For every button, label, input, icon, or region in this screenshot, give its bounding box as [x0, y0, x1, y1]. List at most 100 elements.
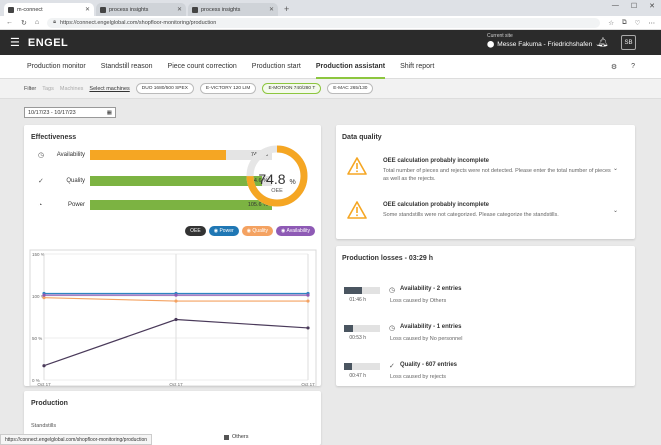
chart-legend: OEE ◉ Power ◉ Quality ◉ Availability — [185, 226, 315, 236]
loss-time: 01:46 h — [349, 297, 366, 303]
power-gauge-icon: ◔ — [38, 201, 43, 209]
data-quality-item-title: OEE calculation probably incomplete — [383, 158, 490, 164]
machine-chip[interactable]: E-MAC 265/130 — [327, 83, 374, 94]
avatar[interactable]: SB — [621, 35, 636, 50]
production-title: Production — [31, 400, 68, 407]
browser-tab[interactable]: m-connect ✕ — [4, 3, 94, 16]
favicon-icon — [8, 6, 14, 13]
warning-icon — [347, 157, 367, 175]
site-selector[interactable]: Current site ⬤ Messe Fakuma - Friedrichs… — [487, 33, 601, 48]
loss-bar — [344, 325, 380, 332]
more-icon[interactable]: ⋯ — [649, 19, 656, 27]
close-window-icon[interactable]: ✕ — [649, 2, 655, 10]
select-machines-link[interactable]: Select machines — [89, 86, 129, 92]
tab-production-start[interactable]: Production start — [252, 55, 301, 79]
main-nav-tabs: Production monitor Standstill reason Pie… — [0, 55, 661, 79]
loss-item[interactable]: 00:53 h ◷ Availability - 1 entries Loss … — [336, 322, 635, 348]
legend-availability[interactable]: ◉ Availability — [275, 226, 315, 236]
oee-value: 74.8 % — [258, 171, 296, 187]
favorites-icon[interactable]: ♡ — [635, 19, 641, 27]
tab-production-assistant[interactable]: Production assistant — [315, 55, 386, 79]
status-bar-url: https://connect.engelglobal.com/shopfloo… — [0, 434, 153, 445]
address-input[interactable]: 🔒︎ https://connect.engelglobal.com/shopf… — [47, 17, 601, 28]
data-quality-item-message: Some standstills were not categorized. P… — [383, 212, 559, 218]
browser-tab[interactable]: process insights ✕ — [188, 3, 278, 16]
maximize-icon[interactable]: ☐ — [631, 2, 637, 10]
standstills-label: Standstills — [31, 423, 57, 429]
url-text: https://connect.engelglobal.com/shopfloo… — [60, 19, 217, 26]
kpi-name: Availability — [56, 152, 85, 158]
point-availability[interactable] — [306, 293, 310, 297]
loss-subtitle: Loss caused by No personnel — [390, 336, 463, 342]
hamburger-menu-icon[interactable]: ☰ — [10, 36, 20, 49]
legend-quality[interactable]: ◉ Quality — [241, 226, 273, 236]
lock-icon: 🔒︎ — [53, 19, 57, 25]
tab-shift-report[interactable]: Shift report — [400, 55, 434, 79]
logo: ENGEL — [27, 36, 69, 49]
reload-icon[interactable]: ↻ — [21, 19, 27, 27]
home-icon[interactable]: ⌂ — [35, 19, 39, 26]
minimize-icon[interactable]: — — [612, 2, 619, 10]
filter-machines[interactable]: Machines — [60, 86, 84, 92]
tab-label: m-connect — [17, 6, 43, 13]
filter-tags[interactable]: Tags — [42, 86, 54, 92]
kpi-bar-fill — [90, 150, 227, 160]
loss-title: Availability - 2 entries — [400, 286, 462, 292]
data-quality-item-message: Total number of pieces and rejects were … — [383, 168, 611, 182]
help-icon[interactable]: ? — [631, 63, 635, 71]
legend-others: Others — [224, 434, 249, 440]
legend-oee[interactable]: OEE — [185, 226, 206, 236]
point-availability[interactable] — [174, 293, 178, 297]
y-tick-label: 50 % — [32, 336, 42, 341]
new-tab-icon[interactable]: + — [284, 3, 289, 16]
effectiveness-title: Effectiveness — [31, 134, 77, 141]
y-tick-label: 150 % — [32, 252, 45, 257]
x-tick-label: Oct 17 — [301, 382, 315, 386]
oee-caption: OEE — [271, 188, 283, 194]
browser-tab[interactable]: process insights ✕ — [96, 3, 186, 16]
close-icon[interactable]: ✕ — [177, 6, 182, 13]
loss-bar — [344, 363, 380, 370]
close-icon[interactable]: ✕ — [269, 6, 274, 13]
point-oee[interactable] — [174, 317, 178, 322]
kpi-quality: ✓ Quality 94.6 % — [38, 175, 272, 187]
bell-icon[interactable]: 🔔︎ — [597, 37, 608, 48]
tab-production-monitor[interactable]: Production monitor — [27, 55, 86, 79]
date-range-value: 10/17/23 - 10/17/23 — [28, 109, 76, 116]
machine-chip[interactable]: E-VICTORY 120 LIM — [199, 83, 257, 94]
loss-bar-fill — [344, 287, 362, 294]
gear-icon[interactable]: ⚙ — [611, 63, 617, 71]
chevron-down-icon[interactable]: ⌄ — [613, 165, 618, 172]
loss-bar-fill — [344, 325, 353, 332]
loss-title: Quality - 607 entries — [400, 362, 458, 368]
close-icon[interactable]: ✕ — [85, 6, 90, 13]
point-oee[interactable] — [42, 364, 46, 368]
app-header: ☰ ENGEL Current site ⬤ Messe Fakuma - Fr… — [0, 30, 661, 55]
loss-title: Availability - 1 entries — [400, 324, 462, 330]
tab-piece-count-correction[interactable]: Piece count correction — [168, 55, 237, 79]
extensions-icon[interactable]: ⧉ — [622, 19, 627, 27]
browser-toolbar-icons: ☆ ⧉ ♡ ⋯ — [608, 19, 655, 27]
point-availability[interactable] — [42, 293, 46, 297]
quality-check-icon: ✓ — [38, 178, 44, 185]
chevron-down-icon[interactable]: ⌄ — [613, 207, 618, 214]
loss-bar-fill — [344, 363, 352, 370]
tab-standstill-reason[interactable]: Standstill reason — [101, 55, 153, 79]
main-content: 10/17/23 - 10/17/23 ▦ Effectiveness ◷ Av… — [0, 99, 661, 445]
date-range-picker[interactable]: 10/17/23 - 10/17/23 ▦ — [24, 107, 116, 118]
machine-chip-selected[interactable]: E-MOTION 740/280 T — [262, 83, 322, 94]
loss-item[interactable]: 01:46 h ◷ Availability - 2 entries Loss … — [336, 284, 635, 310]
x-tick-label: Oct 17 — [37, 382, 51, 386]
loss-item[interactable]: 00:47 h ✓ Quality - 607 entries Loss cau… — [336, 360, 635, 386]
point-oee[interactable] — [306, 326, 310, 330]
point-quality[interactable] — [306, 299, 310, 303]
back-icon[interactable]: ← — [6, 19, 13, 26]
machine-chip[interactable]: DUO 1680/500 SPEX — [135, 83, 194, 94]
browser-tab-bar: m-connect ✕ process insights ✕ process i… — [0, 0, 661, 16]
location-pin-icon: ⬤ — [487, 41, 495, 48]
legend-power[interactable]: ◉ Power — [208, 226, 239, 236]
legend-others-label: Others — [232, 434, 249, 440]
star-icon[interactable]: ☆ — [608, 19, 614, 27]
point-quality[interactable] — [174, 299, 178, 303]
data-quality-card: Data quality OEE calculation probably in… — [336, 125, 635, 239]
